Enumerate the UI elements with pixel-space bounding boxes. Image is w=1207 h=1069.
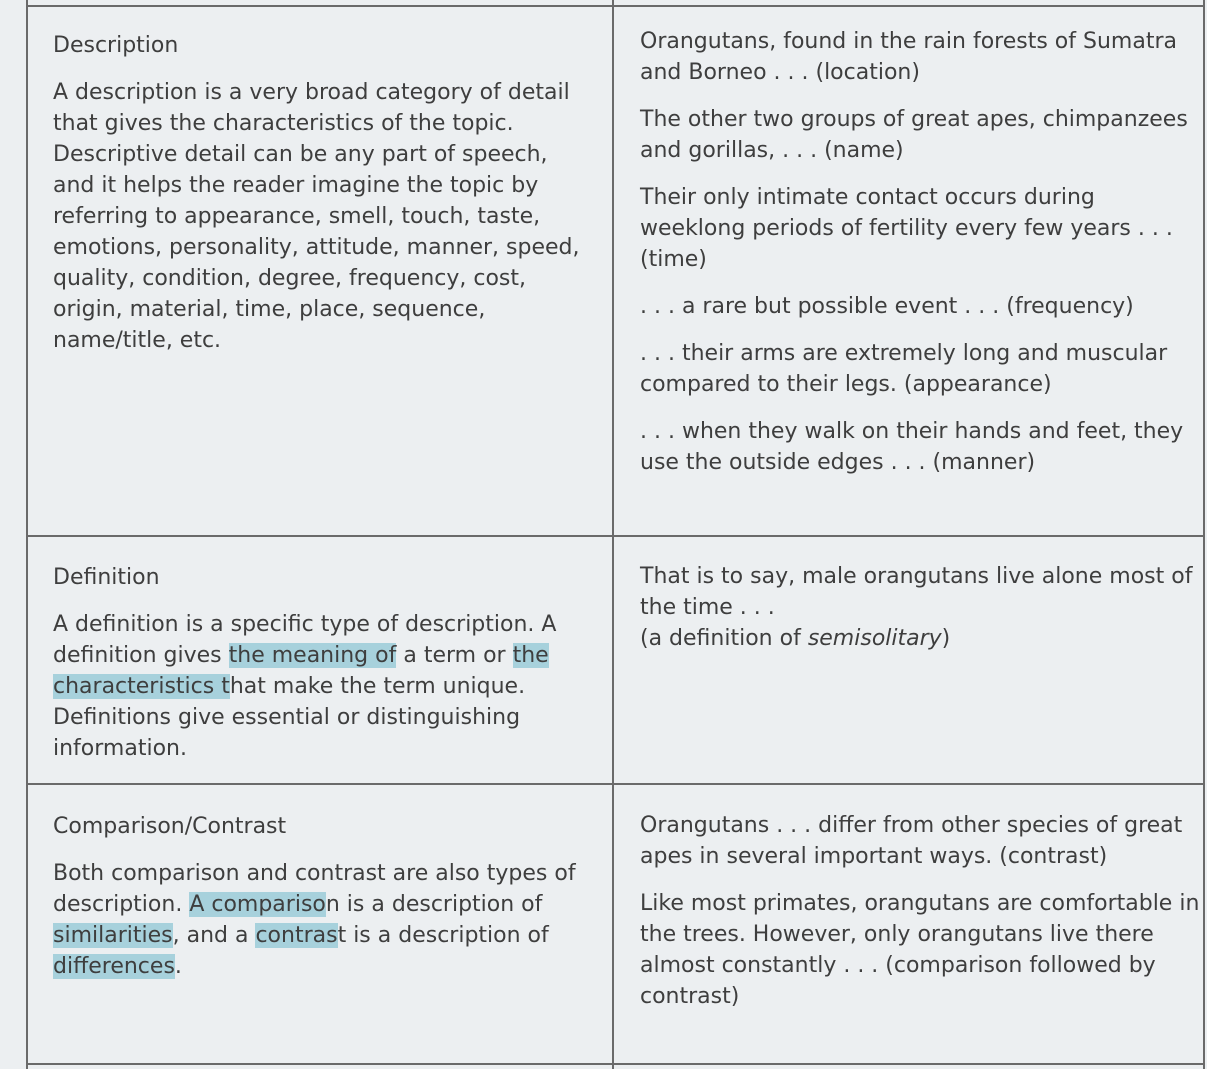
row-definition-examples-cell: That is to say, male orangutans live alo… — [640, 561, 1200, 654]
highlighted-text: differences — [53, 954, 175, 979]
term-heading: Description — [53, 33, 179, 58]
example-text: Orangutans . . . differ from other speci… — [640, 813, 1183, 869]
term-explanation: Both comparison and contrast are also ty… — [53, 858, 593, 982]
row-divider — [27, 5, 1205, 7]
text-run: t is a description of — [337, 923, 549, 948]
row-divider — [27, 535, 1205, 537]
example-text: Like most primates, orangutans are comfo… — [640, 891, 1200, 1009]
text-run: . — [174, 954, 182, 979]
highlighted-text: A compariso — [189, 892, 326, 917]
example-line: ) — [941, 626, 951, 651]
example-text: That is to say, male orangutans live alo… — [640, 561, 1200, 654]
example-text: . . . their arms are extremely long and … — [640, 341, 1168, 397]
term-explanation: A description is a very broad category o… — [53, 80, 580, 353]
highlighted-text: the meaning of — [228, 643, 397, 668]
text-run: a term or — [396, 643, 513, 668]
highlighted-text: similarities — [53, 923, 173, 948]
term-explanation: A definition is a specific type of descr… — [53, 609, 593, 764]
example-line: That is to say, male orangutans live alo… — [640, 564, 1193, 620]
term-heading: Definition — [53, 565, 160, 590]
row-description-term-cell: Description A description is a very broa… — [53, 30, 593, 356]
highlighted-text: contras — [255, 923, 338, 948]
term-heading: Comparison/Contrast — [53, 814, 287, 839]
example-text: . . . when they walk on their hands and … — [640, 419, 1184, 475]
example-text: The other two groups of great apes, chim… — [640, 107, 1188, 163]
row-comparison-examples-cell: Orangutans . . . differ from other speci… — [640, 810, 1200, 1028]
text-table: Description A description is a very broa… — [0, 0, 1207, 1069]
italic-term: semisolitary — [807, 626, 942, 651]
row-divider — [27, 783, 1205, 785]
example-text: . . . a rare but possible event . . . (f… — [640, 294, 1134, 319]
row-description-examples-cell: Orangutans, found in the rain forests of… — [640, 26, 1200, 494]
example-text: Orangutans, found in the rain forests of… — [640, 29, 1177, 85]
example-line: (a definition of — [640, 626, 808, 651]
text-run: n is a description of — [325, 892, 543, 917]
row-divider — [27, 1063, 1205, 1065]
text-run: , and a — [172, 923, 256, 948]
row-definition-term-cell: Definition A definition is a specific ty… — [53, 562, 593, 764]
row-comparison-term-cell: Comparison/Contrast Both comparison and … — [53, 811, 593, 982]
example-text: Their only intimate contact occurs durin… — [640, 185, 1173, 272]
